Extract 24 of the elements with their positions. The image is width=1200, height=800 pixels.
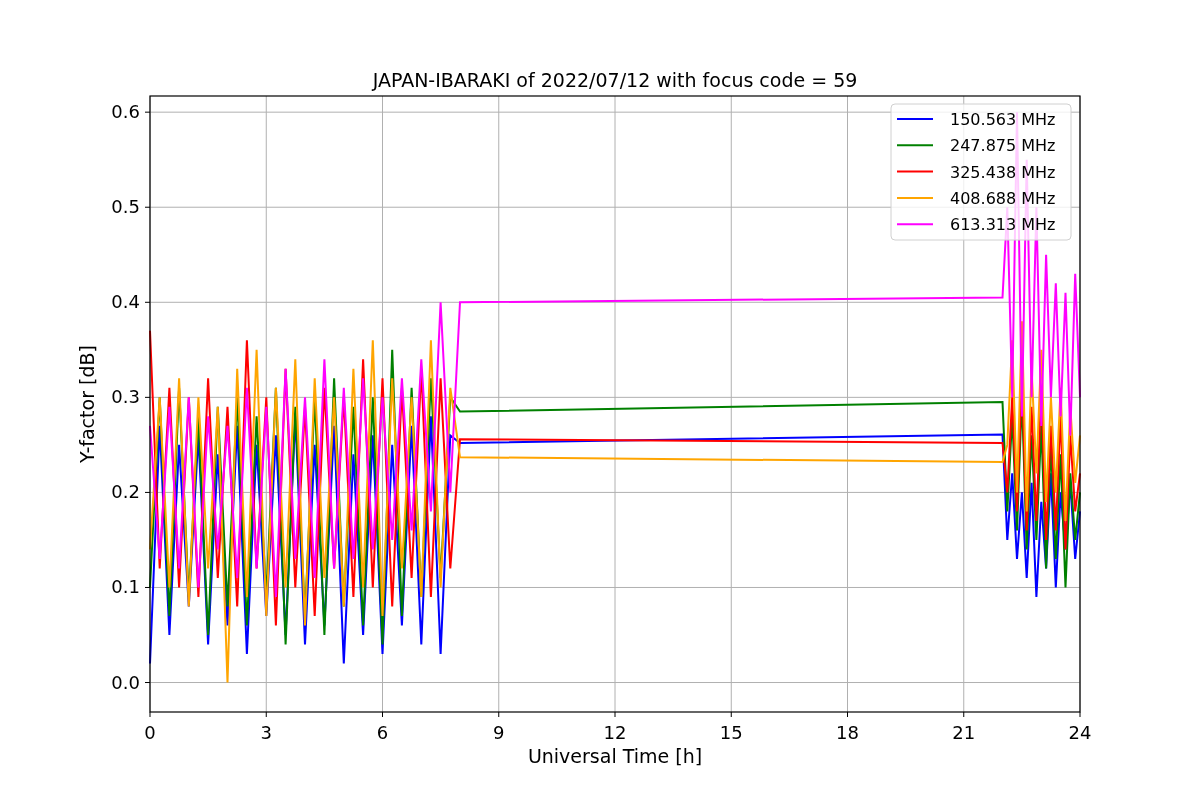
y-axis-label: Y-factor [dB] bbox=[76, 345, 98, 463]
legend-label: 408.688 MHz bbox=[950, 188, 1056, 208]
axis-tick-label: 6 bbox=[376, 722, 389, 743]
x-axis-label: Universal Time [h] bbox=[527, 745, 703, 767]
axis-tick-label: 0.6 bbox=[111, 101, 140, 123]
legend-label: 325.438 MHz bbox=[950, 162, 1056, 182]
axis-tick-label: 24 bbox=[1068, 722, 1092, 743]
chart-title: JAPAN-IBARAKI of 2022/07/12 with focus code = 59 bbox=[372, 69, 858, 91]
axis-tick-label: 0.1 bbox=[111, 576, 140, 598]
axis-tick-label: 21 bbox=[952, 722, 976, 743]
legend-label: 247.875 MHz bbox=[950, 136, 1056, 156]
axis-tick-label: 12 bbox=[603, 722, 627, 743]
axis-tick-label: 0.0 bbox=[111, 671, 140, 693]
axis-tick-label: 0 bbox=[144, 722, 156, 743]
legend-label: 150.563 MHz bbox=[950, 110, 1056, 129]
axis-tick-label: 15 bbox=[719, 722, 743, 743]
axis-tick-label: 18 bbox=[836, 722, 859, 743]
axis-tick-label: 0.2 bbox=[111, 481, 140, 503]
axis-tick-label: 0.4 bbox=[111, 291, 140, 313]
axis-tick-label: 3 bbox=[260, 722, 272, 743]
axis-tick-label: 0.3 bbox=[111, 386, 140, 408]
axis-tick-label: 0.5 bbox=[111, 196, 140, 218]
axis-tick-label: 9 bbox=[493, 722, 505, 743]
legend-label: 613.313 MHz bbox=[950, 215, 1056, 235]
